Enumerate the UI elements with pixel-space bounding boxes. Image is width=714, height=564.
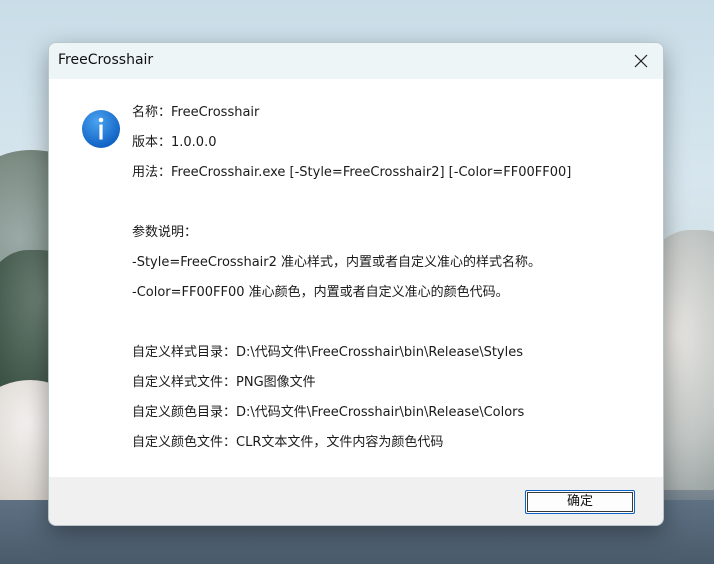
dialog-content: 名称：FreeCrosshair 版本：1.0.0.0 用法：FreeCross… (49, 79, 663, 477)
color-file-line: 自定义颜色文件：CLR文本文件，文件内容为颜色代码 (132, 435, 444, 450)
style-file-line: 自定义样式文件：PNG图像文件 (132, 375, 316, 390)
style-dir-line: 自定义样式目录：D:\代码文件\FreeCrosshair\bin\Releas… (132, 345, 523, 360)
style-param-line: -Style=FreeCrosshair2 准心样式，内置或者自定义准心的样式名… (132, 255, 542, 270)
dialog-titlebar: FreeCrosshair (49, 43, 663, 79)
info-icon (82, 110, 120, 148)
usage-line: 用法：FreeCrosshair.exe [-Style=FreeCrossha… (132, 165, 572, 180)
close-button[interactable] (619, 43, 663, 79)
params-heading: 参数说明： (132, 225, 198, 240)
name-line: 名称：FreeCrosshair (132, 105, 260, 120)
dialog-footer: 确定 (49, 477, 663, 525)
message-text: 名称：FreeCrosshair 版本：1.0.0.0 用法：FreeCross… (132, 101, 653, 461)
close-icon (634, 54, 648, 68)
color-param-line: -Color=FF00FF00 准心颜色，内置或者自定义准心的颜色代码。 (132, 285, 509, 300)
dialog-title: FreeCrosshair (58, 52, 154, 68)
color-dir-line: 自定义颜色目录：D:\代码文件\FreeCrosshair\bin\Releas… (132, 405, 525, 420)
version-line: 版本：1.0.0.0 (132, 135, 217, 150)
message-dialog: FreeCrosshair 名称：FreeCrosshair 版本：1.0.0.… (48, 42, 664, 526)
ok-button[interactable]: 确定 (525, 490, 635, 514)
